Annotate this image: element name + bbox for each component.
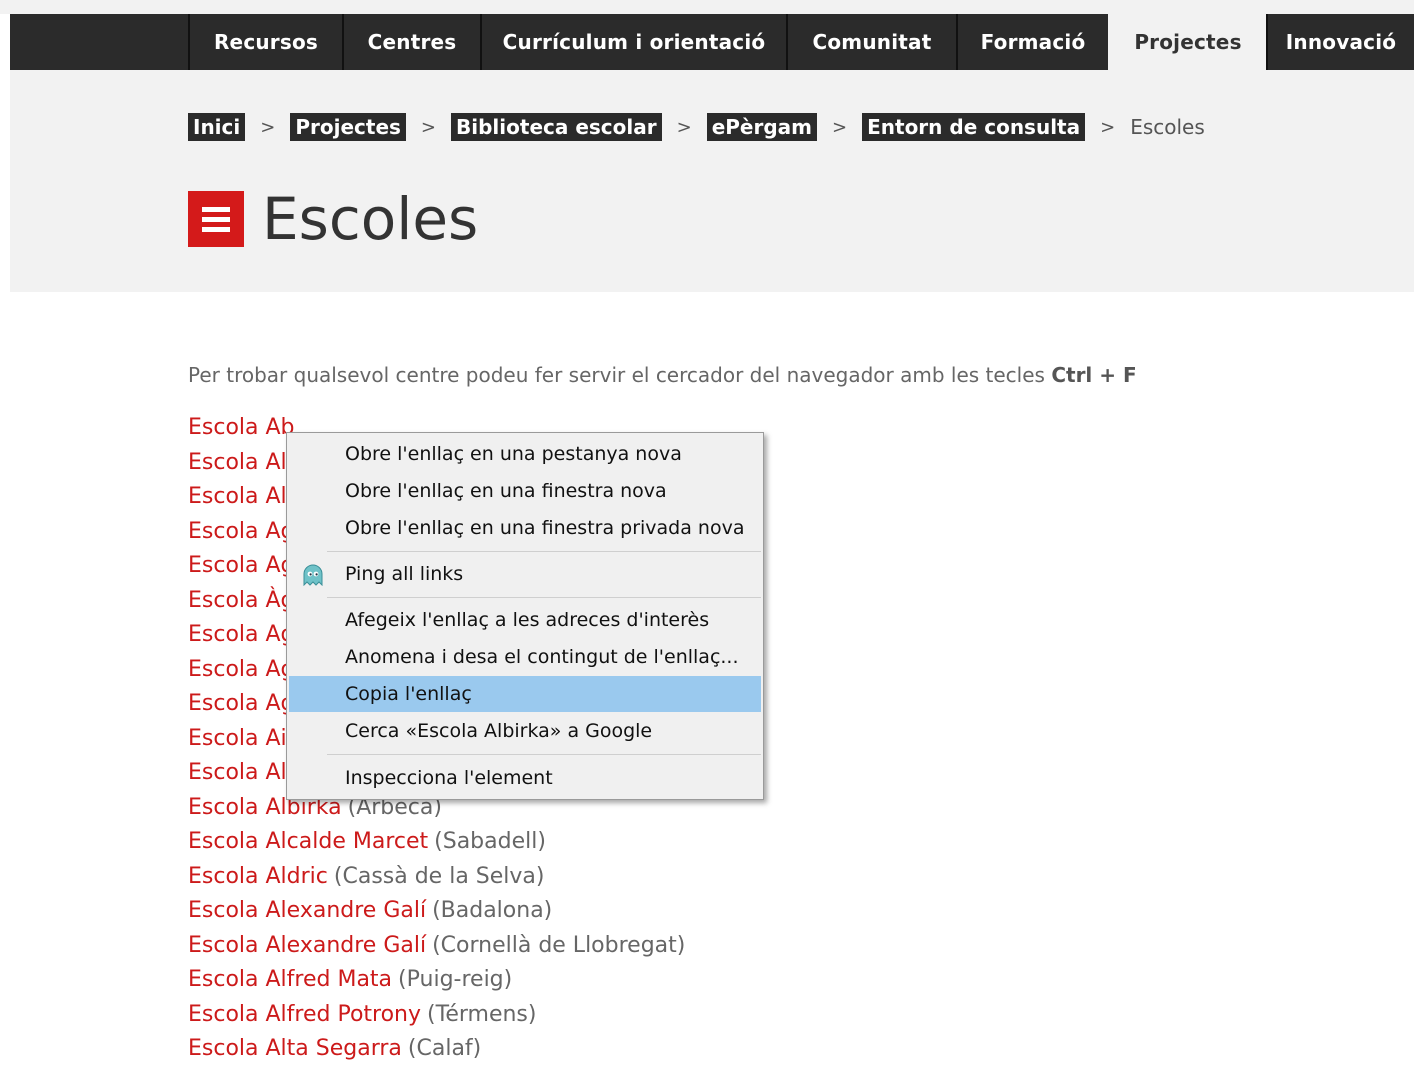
nav-item-formacio[interactable]: Formació [956,14,1108,70]
ctx-open-new-tab[interactable]: Obre l'enllaç en una pestanya nova [289,436,761,472]
school-town: (Sabadell) [434,829,546,854]
school-town: (Badalona) [432,898,553,923]
breadcrumb-link-inici[interactable]: Inici [188,113,246,141]
ghost-icon [303,564,323,586]
list-item: Escola Alfred Mata (Puig-reig) [188,963,685,998]
ctx-separator [327,754,761,755]
breadcrumb-separator: > [676,116,692,138]
school-link[interactable]: Escola Ag [188,553,295,578]
school-link[interactable]: Escola Alexandre Galí [188,933,426,958]
context-menu: Obre l'enllaç en una pestanya nova Obre … [286,432,764,800]
nav-item-comunitat[interactable]: Comunitat [786,14,956,70]
school-link[interactable]: Escola Alfred Mata [188,967,392,992]
breadcrumb-separator: > [1100,116,1116,138]
ctx-separator [327,597,761,598]
nav-item-recursos[interactable]: Recursos [188,14,342,70]
ctx-ping-label: Ping all links [345,563,464,585]
breadcrumb-link-epergam[interactable]: ePèrgam [706,113,818,141]
school-link[interactable]: Escola Alcalde Marcet [188,829,428,854]
ctx-save-link-as[interactable]: Anomena i desa el contingut de l'enllaç.… [289,639,761,675]
breadcrumb-current: Escoles [1130,115,1205,139]
list-item: Escola Aldric (Cassà de la Selva) [188,860,685,895]
school-link[interactable]: Escola Alexandre Galí [188,898,426,923]
school-link[interactable]: Escola Aldric [188,864,328,889]
nav-item-projectes[interactable]: Projectes [1108,14,1266,70]
intro-text: Per trobar qualsevol centre podeu fer se… [188,363,1137,387]
school-link[interactable]: Escola Al [188,450,287,475]
breadcrumb-separator: > [832,116,848,138]
ctx-inspect-element[interactable]: Inspecciona l'element [289,760,761,796]
ctx-copy-link[interactable]: Copia l'enllaç [289,676,761,712]
school-link[interactable]: Escola Ai [188,726,287,751]
school-link[interactable]: Escola Alfred Potrony [188,1002,421,1027]
ctx-open-private-window[interactable]: Obre l'enllaç en una finestra privada no… [289,510,761,546]
ctx-bookmark-link[interactable]: Afegeix l'enllaç a les adreces d'interès [289,602,761,638]
main-nav: Recursos Centres Currículum i orientació… [10,14,1414,70]
breadcrumb-link-entorn[interactable]: Entorn de consulta [862,113,1086,141]
school-link[interactable]: Escola Alta Segarra [188,1036,402,1061]
school-town: (Puig-reig) [398,967,513,992]
intro-keys: Ctrl + F [1051,363,1137,387]
page-title: Escoles [188,185,479,253]
school-link[interactable]: Escola Al [188,760,287,785]
school-town: (Cornellà de Llobregat) [432,932,686,958]
list-item: Escola Alcalde Marcet (Sabadell) [188,825,685,860]
breadcrumb-link-projectes[interactable]: Projectes [290,113,406,141]
nav-item-curriculum[interactable]: Currículum i orientació [480,14,786,70]
ctx-ping-all-links[interactable]: Ping all links [289,556,761,592]
hamburger-icon[interactable] [188,191,244,247]
nav-item-innovacio[interactable]: Innovació [1266,14,1414,70]
breadcrumb-link-biblioteca[interactable]: Biblioteca escolar [451,113,662,141]
breadcrumb-separator: > [260,116,276,138]
ctx-search-google[interactable]: Cerca «Escola Albirka» a Google [289,713,761,749]
list-item: Escola Alfred Potrony (Térmens) [188,998,685,1033]
list-item: Escola Alexandre Galí (Badalona) [188,894,685,929]
school-link[interactable]: Escola Ag [188,691,295,716]
school-link[interactable]: Escola Ag [188,622,295,647]
page-title-text: Escoles [262,185,479,253]
browser-top-strip [0,0,1414,14]
school-link[interactable]: Escola Ag [188,519,295,544]
ctx-open-new-window[interactable]: Obre l'enllaç en una finestra nova [289,473,761,509]
ctx-separator [327,551,761,552]
school-link[interactable]: Escola Àg [188,588,295,613]
school-town: (Cassà de la Selva) [333,863,545,889]
breadcrumb-separator: > [420,116,437,138]
intro-sentence: Per trobar qualsevol centre podeu fer se… [188,363,1045,387]
breadcrumb: Inici > Projectes > Biblioteca escolar >… [188,110,1205,144]
list-item: Escola Alexandre Galí (Cornellà de Llobre… [188,929,685,964]
school-link[interactable]: Escola Ab [188,415,295,440]
list-item: Escola Alta Segarra (Calaf) [188,1032,685,1067]
page-header-band [10,70,1414,292]
school-link[interactable]: Escola Ag [188,657,295,682]
nav-item-centres[interactable]: Centres [342,14,480,70]
school-town: (Térmens) [427,1001,537,1027]
school-link[interactable]: Escola Al [188,484,287,509]
school-town: (Calaf) [407,1036,482,1061]
